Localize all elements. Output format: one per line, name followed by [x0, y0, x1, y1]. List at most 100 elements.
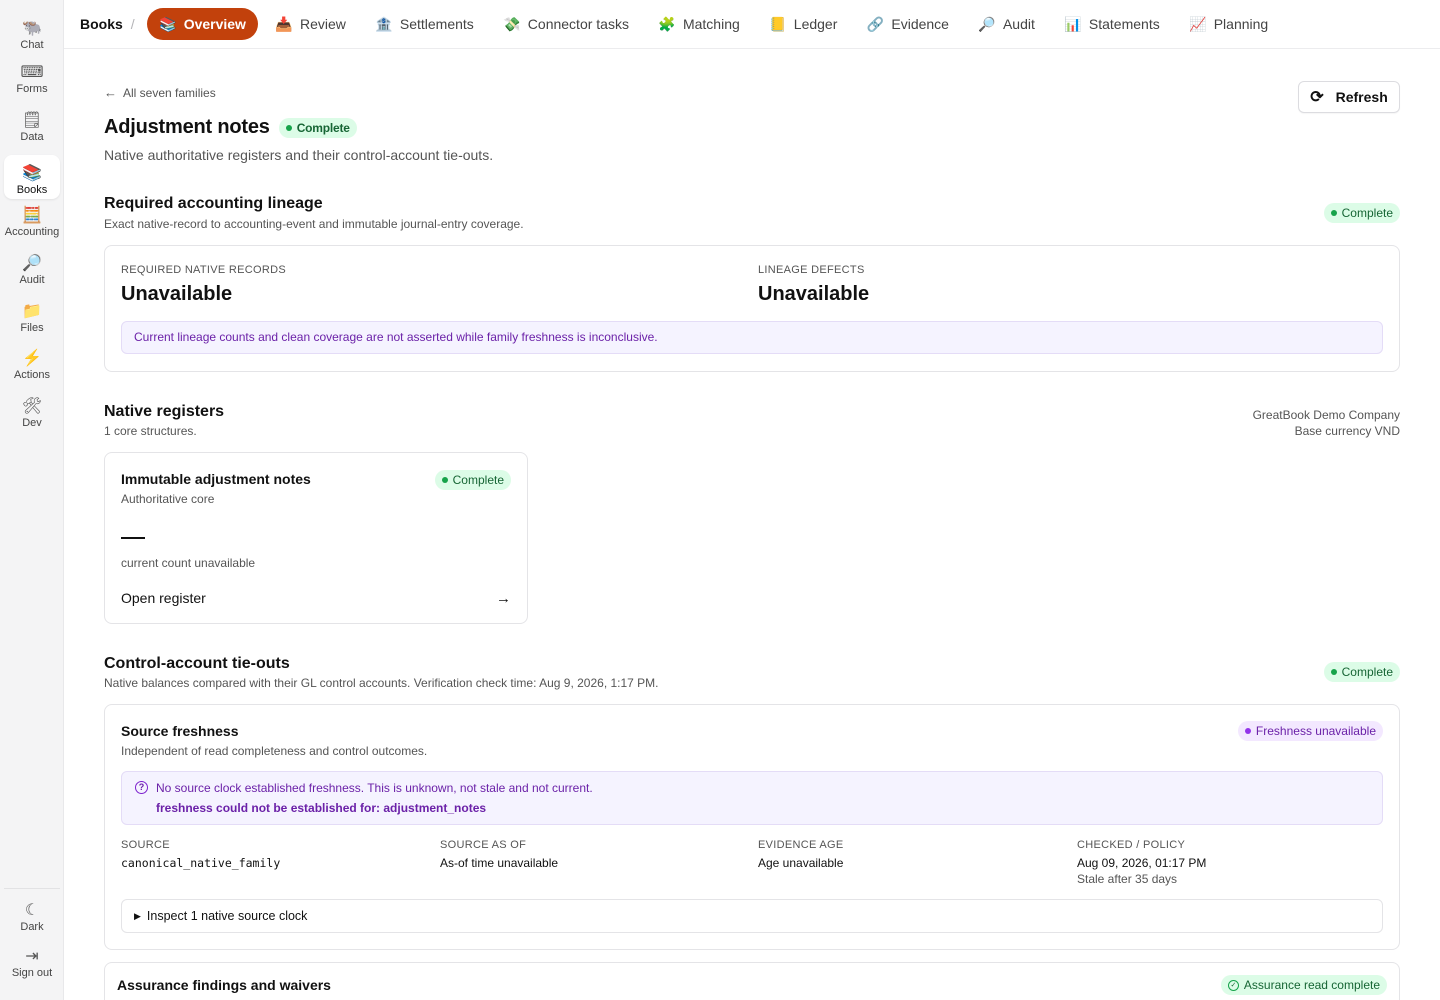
rail-item-files[interactable]: 📁 Files [4, 293, 60, 337]
tab-audit[interactable]: 🔎 Audit [966, 8, 1047, 40]
tab-overview[interactable]: 📚 Overview [146, 8, 258, 40]
page-subtitle: Native authoritative registers and their… [104, 147, 494, 163]
trend-chart-icon: 📈 [1189, 15, 1207, 32]
puzzle-icon: 🧩 [658, 15, 676, 32]
freshness-description: Independent of read completeness and con… [121, 744, 428, 758]
source-label: SOURCE [121, 839, 170, 851]
open-register-link[interactable]: Open register → [121, 588, 511, 608]
disclosure-triangle-icon: ▶ [134, 910, 141, 921]
lineage-description: Exact native-record to accounting-event … [104, 217, 524, 231]
tab-connector-tasks[interactable]: 💸 Connector tasks [491, 8, 641, 40]
kpi-label-lineage-defects: LINEAGE DEFECTS [758, 264, 865, 276]
source-as-of-label: SOURCE AS OF [440, 839, 527, 851]
money-wings-icon: 💸 [503, 15, 521, 32]
magnifier-icon: 🔎 [978, 15, 996, 32]
refresh-label: Refresh [1335, 89, 1388, 105]
tab-statements[interactable]: 📊 Statements [1052, 8, 1172, 40]
keyboard-icon: ⌨ [20, 64, 44, 81]
tab-evidence[interactable]: 🔗 Evidence [854, 8, 961, 40]
lineage-notice: Current lineage counts and clean coverag… [121, 321, 1383, 354]
tab-label: Ledger [793, 16, 838, 32]
check-circle-icon: ✓ [1227, 979, 1239, 991]
tab-label: Planning [1213, 16, 1269, 32]
registers-description: 1 core structures. [104, 424, 197, 438]
rail-item-audit[interactable]: 🔎 Audit [4, 245, 60, 289]
status-badge-label: Complete [452, 473, 504, 487]
books-icon: 📚 [158, 15, 177, 32]
rail-item-label: Data [20, 131, 44, 143]
policy-value: Stale after 35 days [1077, 872, 1178, 886]
inspect-source-clock-toggle[interactable]: ▶ Inspect 1 native source clock [121, 899, 1383, 933]
base-currency: Base currency VND [1294, 424, 1400, 438]
tab-label: Review [299, 16, 346, 32]
rail-item-actions[interactable]: ⚡ Actions [4, 340, 60, 384]
status-badge-label: Complete [1341, 206, 1393, 220]
freshness-notice-line2: freshness could not be established for: … [156, 801, 487, 815]
rail-item-label: Dark [20, 921, 44, 933]
kpi-value-required-native-records: Unavailable [121, 283, 233, 305]
rail-item-forms[interactable]: ⌨ Forms [4, 54, 60, 98]
tieouts-title: Control-account tie-outs [104, 655, 290, 672]
rail-item-label: Actions [13, 369, 51, 381]
breadcrumb-books[interactable]: Books [80, 16, 123, 32]
source-freshness-card: Source freshness Independent of read com… [104, 704, 1400, 950]
tab-ledger[interactable]: 📒 Ledger [757, 8, 850, 40]
company-name: GreatBook Demo Company [1252, 408, 1400, 422]
register-status-badge: Complete [434, 470, 511, 490]
lightning-icon: ⚡ [22, 350, 42, 367]
rail-item-label: Forms [16, 83, 48, 95]
checked-policy-label: CHECKED / POLICY [1077, 839, 1186, 851]
tab-label: Overview [183, 16, 246, 32]
tab-planning[interactable]: 📈 Planning [1177, 8, 1281, 40]
source-value: canonical_native_family [121, 856, 281, 870]
open-register-label: Open register [121, 590, 206, 606]
register-count-note: current count unavailable [121, 556, 256, 570]
tab-label: Evidence [891, 16, 949, 32]
tab-label: Audit [1002, 16, 1035, 32]
register-card: Immutable adjustment notes Complete Auth… [104, 452, 528, 624]
tab-review[interactable]: 📥 Review [263, 8, 358, 40]
rail-item-books[interactable]: 📚 Books [4, 155, 60, 199]
tab-settlements[interactable]: 🏦 Settlements [363, 8, 486, 40]
abacus-icon: 🧮 [22, 207, 42, 224]
status-dot-icon [1330, 210, 1337, 216]
rail-item-dark-mode[interactable]: ☾ Dark [4, 892, 60, 936]
freshness-status-badge: Freshness unavailable [1237, 721, 1383, 741]
rail-item-chat[interactable]: 🐃 Chat [4, 10, 60, 54]
assurance-status-badge: ✓ Assurance read complete [1220, 975, 1387, 995]
rail-divider [4, 888, 60, 889]
lineage-title: Required accounting lineage [104, 195, 323, 212]
arrow-left-icon: ← [104, 85, 117, 100]
register-title: Immutable adjustment notes [121, 471, 311, 487]
rail-item-sign-out[interactable]: ⇥ Sign out [4, 938, 60, 982]
tab-label: Settlements [399, 16, 474, 32]
link-icon: 🔗 [866, 15, 885, 32]
books-icon: 📚 [22, 165, 42, 182]
status-badge-label: Complete [296, 120, 350, 135]
tab-matching[interactable]: 🧩 Matching [646, 8, 752, 40]
tab-label: Connector tasks [527, 16, 629, 32]
tab-label: Statements [1088, 16, 1160, 32]
freshness-notice-line1: No source clock established freshness. T… [156, 781, 593, 795]
rail-item-data[interactable]: 🗒 Data [4, 102, 60, 146]
bar-chart-icon: 📊 [1064, 15, 1082, 32]
status-badge-label: Complete [1341, 665, 1393, 679]
source-as-of-value: As-of time unavailable [440, 856, 559, 870]
kpi-label-required-native-records: REQUIRED NATIVE RECORDS [121, 264, 286, 276]
tools-icon: 🛠 [21, 398, 43, 415]
page-title: Adjustment notes [104, 116, 270, 138]
rail-item-label: Files [20, 322, 44, 334]
register-subtitle: Authoritative core [121, 492, 215, 506]
evidence-age-value: Age unavailable [758, 856, 844, 870]
rail-item-dev[interactable]: 🛠 Dev [4, 388, 60, 432]
refresh-icon: ⟳ [1310, 89, 1324, 106]
back-link-label: All seven families [123, 85, 216, 100]
refresh-button[interactable]: ⟳ Refresh [1298, 81, 1400, 113]
rail-item-accounting[interactable]: 🧮 Accounting [4, 197, 60, 241]
rail-item-label: Chat [20, 39, 44, 51]
back-link[interactable]: ← All seven families [104, 85, 216, 100]
status-badge-label: Freshness unavailable [1255, 724, 1376, 738]
top-nav: Books / 📚 Overview 📥 Review 🏦 Settlement… [64, 0, 1440, 49]
tab-label: Matching [682, 16, 740, 32]
tieouts-status-badge: Complete [1323, 662, 1400, 682]
